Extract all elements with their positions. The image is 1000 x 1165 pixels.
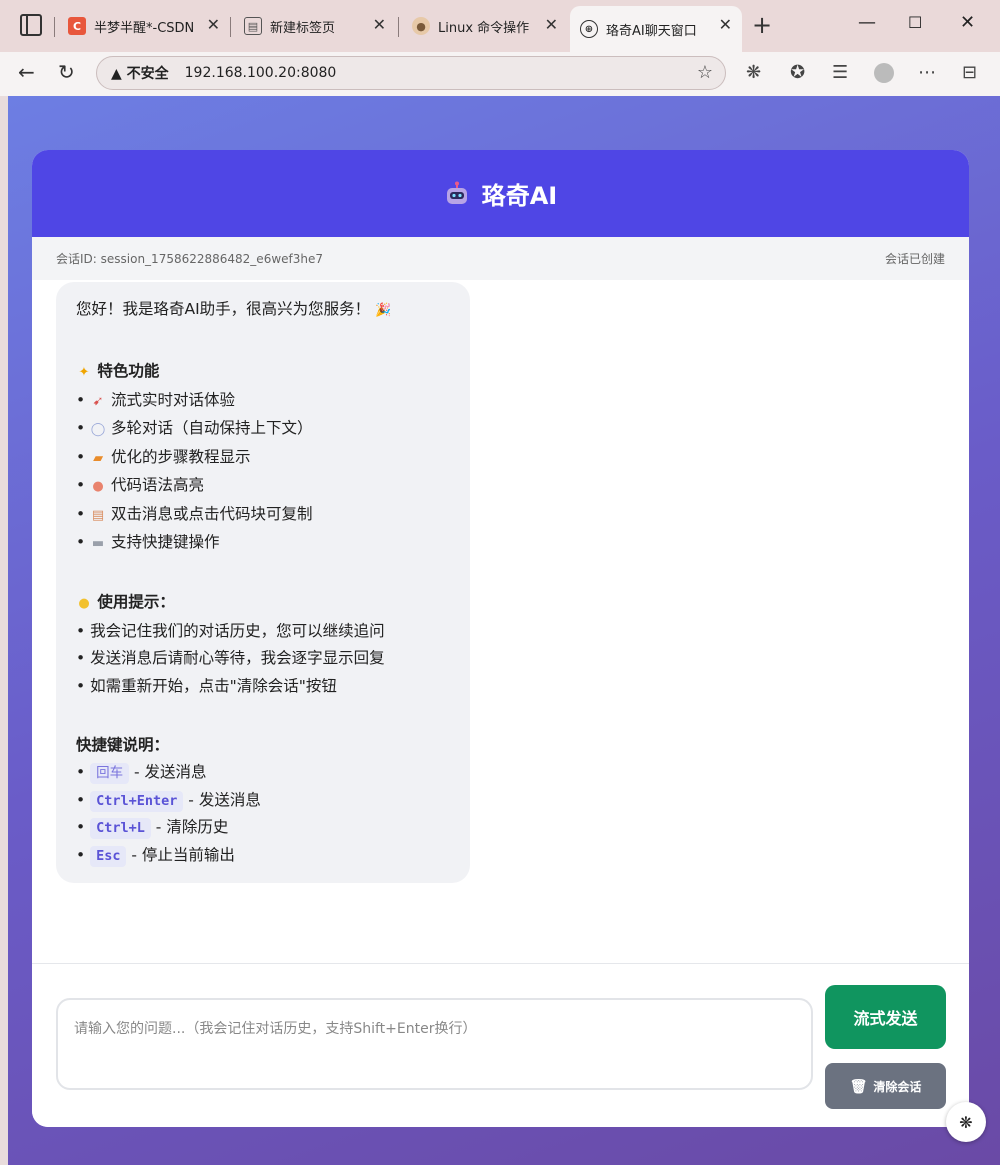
shortcuts-title: 快捷键说明： [76, 735, 170, 754]
address-bar[interactable]: ▲ 不安全 192.168.100.20:8080 ☆ [96, 56, 726, 90]
shortcut-key: 回车 [90, 763, 130, 784]
robot-icon [446, 181, 467, 204]
assistant-message[interactable]: 您好！我是珞奇AI助手，很高兴为您服务！ 🎉 ✦ 特色功能 • ➹ 流式实时对话… [56, 282, 470, 883]
minimize-icon[interactable]: — [858, 12, 876, 33]
extensions-icon[interactable]: ✪ [790, 62, 805, 83]
favorite-star-icon[interactable]: ☆ [697, 62, 713, 83]
close-tab-icon[interactable]: ✕ [545, 17, 558, 33]
copilot-floating-icon[interactable]: ❋ [946, 1102, 986, 1142]
chat-header: 珞奇AI [32, 150, 969, 237]
app-title: 珞奇AI [481, 182, 558, 210]
shortcut-key: Ctrl+Enter [90, 790, 184, 812]
tab-actions-icon[interactable] [20, 14, 42, 36]
list-item: • 发送消息后请耐心等待，我会逐字显示回复 [76, 649, 385, 667]
tab-title: Linux 命令操作 [438, 20, 530, 36]
new-tab-button[interactable]: + [752, 13, 772, 37]
rocket-icon: ➹ [92, 393, 104, 409]
list-item: • ▬ 支持快捷键操作 [76, 529, 450, 558]
close-tab-icon[interactable]: ✕ [373, 17, 386, 33]
clear-session-label: 清除会话 [873, 1079, 922, 1094]
stream-send-button[interactable]: 流式发送 [825, 985, 946, 1049]
session-id: 会话ID: session_1758622886482_e6wef3he7 [56, 252, 324, 266]
profile-avatar[interactable] [874, 63, 894, 83]
list-item: • ◯ 多轮对话（自动保持上下文） [76, 415, 450, 444]
trash-icon: 🗑 [849, 1077, 868, 1094]
maximize-icon[interactable]: ☐ [908, 13, 922, 32]
input-area: 请输入您的问题...（我会记住对话历史，支持Shift+Enter换行） 流式发… [32, 963, 969, 1127]
list-item: • 如需重新开始，点击"清除会话"按钮 [76, 676, 337, 695]
list-item: • 回车 - 发送消息 [76, 759, 450, 787]
greeting-text: 您好！我是珞奇AI助手，很高兴为您服务！ [76, 300, 371, 318]
tab-csdn[interactable]: C 半梦半醒*-CSDN ✕ [58, 6, 230, 46]
tab-luoqi-chat[interactable]: ⊕ 珞奇AI聊天窗口 ✕ [570, 6, 742, 52]
memo-icon: ▰ [93, 450, 104, 466]
browser-tab-strip: C 半梦半醒*-CSDN ✕ ▤ 新建标签页 ✕ ● Linux 命令操作 ✕ … [0, 0, 1000, 52]
window-close-icon[interactable]: ✕ [960, 12, 975, 33]
tips-title: 使用提示： [97, 593, 175, 611]
browser-toolbar: ← ↻ ▲ 不安全 192.168.100.20:8080 ☆ ❋ ✪ ☰ ⋯ … [0, 52, 1000, 96]
tab-new-tab[interactable]: ▤ 新建标签页 ✕ [234, 6, 396, 46]
list-item: • Ctrl+Enter - 发送消息 [76, 787, 450, 815]
close-tab-icon[interactable]: ✕ [719, 17, 732, 33]
list-item: • ▤ 双击消息或点击代码块可复制 [76, 501, 450, 530]
shortcut-key: Ctrl+L [90, 818, 151, 839]
more-menu-icon[interactable]: ⋯ [918, 62, 936, 83]
list-item: • Esc - 停止当前输出 [76, 842, 450, 870]
speech-bubble-icon: ◯ [90, 422, 106, 437]
tab-separator [230, 17, 231, 37]
tab-title: 珞奇AI聊天窗口 [606, 23, 697, 39]
back-icon[interactable]: ← [18, 60, 35, 84]
session-bar: 会话ID: session_1758622886482_e6wef3he7 会话… [32, 237, 969, 280]
party-popper-icon: 🎉 [375, 303, 392, 318]
tab-title: 新建标签页 [270, 20, 336, 36]
new-tab-icon: ▤ [244, 17, 262, 35]
close-tab-icon[interactable]: ✕ [207, 17, 220, 33]
url-text: 192.168.100.20:8080 [184, 65, 337, 81]
tab-linux[interactable]: ● Linux 命令操作 ✕ [402, 6, 568, 46]
session-status: 会话已创建 [884, 252, 945, 266]
message-input[interactable]: 请输入您的问题...（我会记住对话历史，支持Shift+Enter换行） [56, 998, 813, 1090]
tab-title: 半梦半醒*-CSDN [94, 20, 195, 36]
list-item: • ➹ 流式实时对话体验 [76, 387, 450, 416]
security-warning[interactable]: ▲ 不安全 [111, 63, 169, 83]
features-title: 特色功能 [97, 362, 160, 380]
page-background: 珞奇AI 会话ID: session_1758622886482_e6wef3h… [8, 96, 1000, 1165]
sidebar-toggle-icon[interactable]: ⊟ [962, 62, 977, 83]
sparkles-icon: ✦ [78, 365, 90, 380]
chat-container: 珞奇AI 会话ID: session_1758622886482_e6wef3h… [32, 150, 969, 1127]
list-item: • 我会记住我们的对话历史，您可以继续追问 [76, 621, 385, 640]
chat-messages[interactable]: 您好！我是珞奇AI助手，很高兴为您服务！ 🎉 ✦ 特色功能 • ➹ 流式实时对话… [32, 280, 969, 964]
palette-icon: ● [92, 479, 104, 494]
list-item: • ● 代码语法高亮 [76, 472, 450, 501]
csdn-icon: C [68, 17, 86, 35]
tab-separator [398, 17, 399, 37]
list-item: • ▰ 优化的步骤教程显示 [76, 444, 450, 473]
list-item: • Ctrl+L - 清除历史 [76, 814, 450, 842]
refresh-icon[interactable]: ↻ [58, 60, 75, 84]
clipboard-icon: ▤ [91, 507, 105, 523]
light-bulb-icon: ● [78, 596, 90, 611]
favorites-icon[interactable]: ☰ [832, 62, 848, 83]
tab-separator [54, 17, 55, 37]
globe-icon: ⊕ [580, 20, 598, 38]
clear-session-button[interactable]: 🗑 清除会话 [825, 1063, 946, 1109]
linux-icon: ● [412, 17, 430, 35]
shortcut-key: Esc [90, 845, 127, 867]
keyboard-icon: ▬ [91, 536, 105, 551]
copilot-icon[interactable]: ❋ [746, 62, 761, 83]
